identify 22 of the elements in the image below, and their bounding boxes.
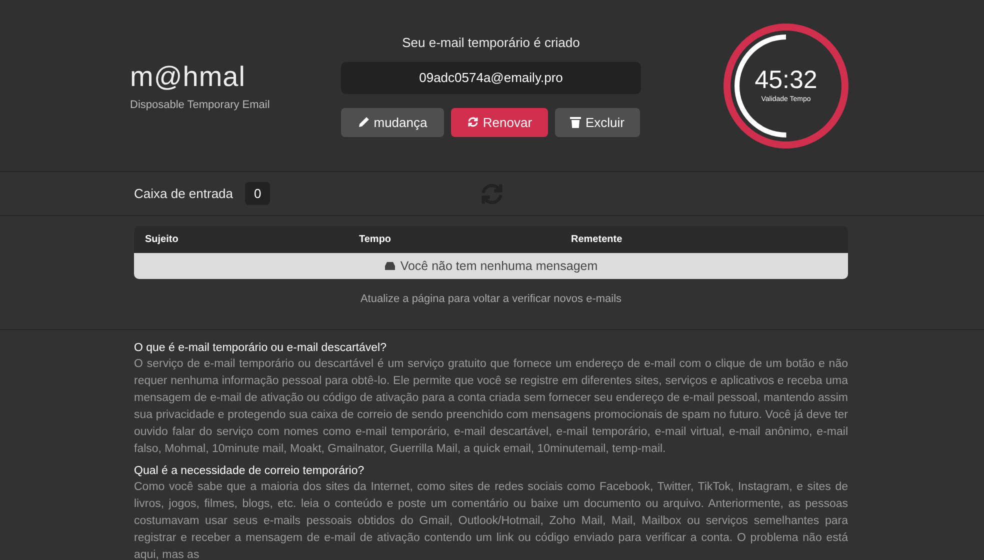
trash-icon (570, 116, 582, 128)
email-address-field[interactable]: 09adc0574a@emaily.pro (341, 62, 641, 94)
column-header: Sujeito (145, 234, 180, 245)
column-header: Remetente (571, 234, 624, 245)
countdown-time: 45:32 (754, 66, 818, 94)
email-heading: Seu e-mail temporário é criado (401, 34, 581, 50)
refresh-button[interactable]: Renovar (451, 108, 548, 136)
edit-button[interactable]: mudança (341, 108, 444, 136)
refresh-hint: Atualize a página para voltar a verificar novos e-mails (359, 293, 623, 305)
inbox-count: 0 (245, 182, 270, 205)
pencil-icon (358, 116, 370, 128)
refresh-icon (466, 116, 479, 128)
article-body: O serviço de e-mail temporário ou descartável é um serviço gratuito que fornece um endereço de e-mail com o clique de um botão e não requer nenhuma informação pessoal para obtê-lo. Ele permite que você se registre em diferentes sites, serviços e aplicativos e receba uma mensagem de e-mail de ativação ou código de ativação para a conta criada sem fornecer seu endereço de e-mail pessoal, mantendo assim sua privacidade e protegendo sua caixa de correio de sendo preenchido com mensagens promocionais de spam no futuro. Você já deve ter ouvido falar do serviço com nomes como e-mail temporário, e-mail descartável, e-mail temporário, e-mail virtual, e-mail anônimo, e-mail falso, Mohmal, 10minute mail, Moakt, Gmailnator, Guerrilla Mail, a quick email, 10minutemail, temp-mail. (134, 357, 848, 457)
inbox-tray-icon (384, 261, 396, 271)
empty-text: Você não tem nenhuma mensagem (400, 259, 598, 273)
logo-text: m@hmal (130, 60, 246, 92)
column-header: Tempo (359, 234, 392, 245)
article-title: O que é e-mail temporário ou e-mail descartável? (134, 341, 388, 356)
inbox-label: Caixa de entrada (134, 186, 234, 201)
article-title: Qual é a necessidade de correio temporário? (134, 464, 366, 479)
logo-tagline: Disposable Temporary Email (130, 98, 271, 110)
delete-button[interactable]: Excluir (555, 108, 640, 136)
